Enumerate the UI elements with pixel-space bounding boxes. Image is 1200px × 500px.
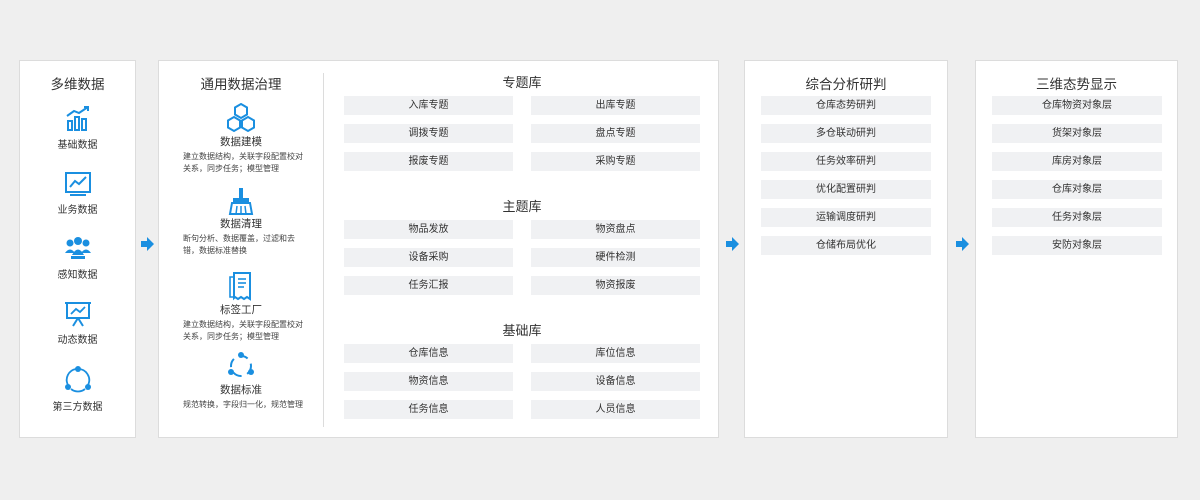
subject-chip[interactable]: 物资报废 [531,276,700,295]
topic-chip[interactable]: 调拨专题 [344,124,513,143]
subject-chip[interactable]: 设备采购 [344,248,513,267]
governance-item-modeling: 数据建模 建立数据结构，关联字段配置校对关系，同步任务；模型管理 [159,103,323,175]
base-chip[interactable]: 库位信息 [531,344,700,363]
topic-chip[interactable]: 出库专题 [531,96,700,115]
panel-title: 通用数据治理 [200,77,282,93]
source-label: 动态数据 [57,335,98,346]
display-panel: 三维态势显示 仓库物资对象层 货架对象层 库房对象层 仓库对象层 任务对象层 安… [975,60,1178,438]
source-label: 基础数据 [57,140,98,151]
governance-item-tag-factory: 标签工厂 建立数据结构，关联字段配置校对关系，同步任务；模型管理 [159,271,323,343]
analysis-chip[interactable]: 仓储布局优化 [761,236,931,255]
multi-data-panel: 多维数据 基础数据 业务数据 感知数据 动态数据 第三方数据 [19,60,136,438]
analysis-chip[interactable]: 任务效率研判 [761,152,931,171]
line-chart-icon [64,172,91,196]
governance-item-standard: 数据标准 规范转换，字段归一化，规范管理 [159,351,323,411]
analysis-chip[interactable]: 多仓联动研判 [761,124,931,143]
people-icon [64,237,91,259]
panel-title: 多维数据 [50,77,105,93]
governance-panel: 通用数据治理 数据建模 建立数据结构，关联字段配置校对关系，同步任务；模型管理 … [158,60,719,438]
base-chip[interactable]: 仓库信息 [344,344,513,363]
governance-label: 标签工厂 [220,304,262,316]
governance-desc: 建立数据结构，关联字段配置校对关系，同步任务；模型管理 [183,152,303,173]
section-title-topic: 专题库 [502,76,542,91]
source-item-third-party: 第三方数据 [20,365,135,413]
display-chip[interactable]: 仓库物资对象层 [992,96,1162,115]
display-chip[interactable]: 仓库对象层 [992,180,1162,199]
source-item-dynamic: 动态数据 [20,300,135,346]
analysis-chip[interactable]: 运输调度研判 [761,208,931,227]
base-chip[interactable]: 物资信息 [344,372,513,391]
source-label: 感知数据 [57,270,98,281]
topic-chip[interactable]: 入库专题 [344,96,513,115]
share-network-icon [64,366,91,393]
display-chip[interactable]: 货架对象层 [992,124,1162,143]
hexagons-icon [227,103,255,133]
governance-label: 数据标准 [220,384,262,396]
source-item-sensing: 感知数据 [20,235,135,281]
presentation-icon [64,302,91,327]
panel-title: 综合分析研判 [805,77,887,93]
base-chip[interactable]: 设备信息 [531,372,700,391]
panel-title: 三维态势显示 [1036,77,1117,93]
governance-item-cleaning: 数据清理 断句分析、数据覆盖，过滤和去错，数据标准替换 [159,187,323,257]
brush-icon [228,188,254,215]
governance-desc: 断句分析、数据覆盖，过滤和去错，数据标准替换 [183,234,295,255]
topic-chip[interactable]: 盘点专题 [531,124,700,143]
subject-chip[interactable]: 任务汇报 [344,276,513,295]
governance-desc: 规范转换，字段归一化，规范管理 [183,400,303,409]
governance-label: 数据清理 [220,218,262,230]
base-chip[interactable]: 人员信息 [531,400,700,419]
source-label: 第三方数据 [52,402,103,413]
topic-chip[interactable]: 报废专题 [344,152,513,171]
bar-chart-icon [65,106,89,131]
flow-arrow-icon [726,237,739,251]
source-label: 业务数据 [57,205,98,216]
display-chip[interactable]: 安防对象层 [992,236,1162,255]
analysis-panel: 综合分析研判 仓库态势研判 多仓联动研判 任务效率研判 优化配置研判 运输调度研… [744,60,948,438]
governance-desc: 建立数据结构，关联字段配置校对关系，同步任务；模型管理 [183,320,303,341]
receipt-icon [229,272,251,301]
topic-chip[interactable]: 采购专题 [531,152,700,171]
section-title-base: 基础库 [502,324,542,339]
divider [323,73,324,427]
source-item-business: 业务数据 [20,170,135,216]
flow-arrow-icon [956,237,969,251]
subject-chip[interactable]: 物品发放 [344,220,513,239]
base-chip[interactable]: 任务信息 [344,400,513,419]
flow-arrow-icon [141,237,154,251]
display-chip[interactable]: 任务对象层 [992,208,1162,227]
governance-label: 数据建模 [220,136,262,148]
analysis-chip[interactable]: 优化配置研判 [761,180,931,199]
subject-chip[interactable]: 硬件检测 [531,248,700,267]
subject-chip[interactable]: 物资盘点 [531,220,700,239]
analysis-chip[interactable]: 仓库态势研判 [761,96,931,115]
section-title-subject: 主题库 [502,200,542,215]
source-item-basic: 基础数据 [20,105,135,151]
cycle-icon [228,352,254,377]
display-chip[interactable]: 库房对象层 [992,152,1162,171]
